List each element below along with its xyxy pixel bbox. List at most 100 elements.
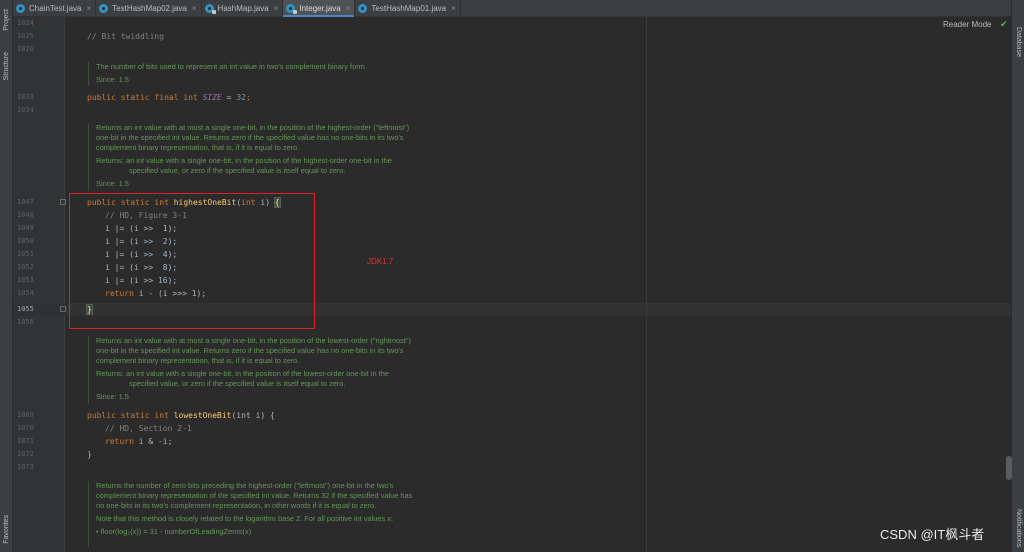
line-number: 1047: [17, 198, 34, 206]
tab-label: TestHashMap01.java: [371, 4, 447, 13]
tab-label: TestHashMap02.java: [112, 4, 187, 13]
close-icon[interactable]: ×: [192, 4, 197, 13]
check-icon: ✔: [1000, 19, 1008, 29]
code-keyword: public static final int: [87, 93, 203, 102]
code-constant: SIZE: [202, 93, 222, 102]
doc-since: Since: 1.5: [96, 75, 129, 84]
close-icon[interactable]: ×: [274, 4, 279, 13]
locked-java-class-icon: [286, 4, 298, 14]
code-params: (int i) {: [231, 411, 275, 420]
code-line-size: public static final int SIZE = 32;: [87, 91, 251, 104]
tab-testhashmap02[interactable]: TestHashMap02.java ×: [96, 0, 202, 17]
doc-line: The number of bits used to represent an …: [96, 62, 367, 71]
editor-tab-bar: ChainTest.java × TestHashMap02.java × Ha…: [13, 0, 1011, 17]
close-icon[interactable]: ×: [451, 4, 456, 13]
line-number: 1049: [17, 224, 34, 232]
doc-line: Returns an int value with at most a sing…: [96, 336, 411, 345]
structure-tool-tab[interactable]: Structure: [1, 44, 12, 88]
tab-integer[interactable]: Integer.java ×: [283, 0, 356, 17]
notifications-tool-tab[interactable]: Notifications: [1013, 506, 1024, 550]
annotation-jdk-label: JDK1.7: [367, 257, 394, 266]
line-number: 1052: [17, 263, 34, 271]
favorites-tab-label: Favorites: [3, 514, 10, 544]
line-number: 1048: [17, 211, 34, 219]
close-icon[interactable]: ×: [86, 4, 91, 13]
doc-line: one-bit in the specified int value. Retu…: [96, 133, 404, 142]
tab-label: HashMap.java: [217, 4, 269, 13]
doc-line: Note that this method is closely related…: [96, 514, 394, 523]
line-number: 1069: [17, 411, 34, 419]
code-operator: =: [221, 93, 237, 102]
rendered-doc-comment: Returns the number of zero bits precedin…: [88, 481, 476, 547]
doc-line: • floor(log₂(x)) = 31 - numberOfLeadingZ…: [96, 527, 252, 536]
doc-returns: Returns: an int value with a single one-…: [96, 369, 389, 378]
code-line-close-brace: }: [87, 450, 92, 459]
line-number: 1033: [17, 93, 34, 101]
line-number: 1026: [17, 45, 34, 53]
line-number: 1054: [17, 289, 34, 297]
code-expression: i & -i;: [138, 437, 173, 446]
tab-chaintest[interactable]: ChainTest.java ×: [13, 0, 97, 17]
code-semicolon: ;: [245, 93, 251, 102]
line-number: 1051: [17, 250, 34, 258]
database-tab-label: Database: [1015, 27, 1022, 57]
line-number: 1050: [17, 237, 34, 245]
line-number-current: 1055: [17, 305, 34, 313]
line-number: 1053: [17, 276, 34, 284]
code-line-method-signature: public static int lowestOneBit(int i) {: [87, 409, 275, 422]
line-number: 1070: [17, 424, 34, 432]
locked-java-class-icon: [204, 4, 216, 14]
doc-returns: specified value, or zero if the specifie…: [129, 166, 346, 175]
doc-returns: specified value, or zero if the specifie…: [129, 379, 346, 388]
code-keyword: public static int: [87, 411, 174, 420]
doc-line: complement binary representation of the …: [96, 491, 413, 500]
fold-marker-icon[interactable]: [60, 199, 66, 205]
annotation-highlight-box: [69, 193, 315, 329]
right-tool-strip: Database Notifications: [1011, 0, 1024, 552]
code-keyword: return: [105, 437, 139, 446]
line-number: 1024: [17, 19, 34, 27]
code-comment: // HD, Section 2-1: [105, 424, 192, 433]
doc-line: no one-bits in its two's complement repr…: [96, 501, 377, 510]
doc-line: Returns an int value with at most a sing…: [96, 123, 410, 132]
reader-mode-toggle[interactable]: Reader Mode: [943, 20, 991, 29]
project-tab-label: Project: [3, 9, 10, 31]
doc-since: Since: 1.5: [96, 179, 129, 188]
tab-hashmap[interactable]: HashMap.java ×: [202, 0, 284, 17]
structure-tab-label: Structure: [3, 51, 10, 81]
project-tool-tab[interactable]: Project: [1, 2, 12, 38]
close-icon[interactable]: ×: [346, 4, 351, 13]
line-number: 1025: [17, 32, 34, 40]
java-class-icon: [358, 4, 368, 13]
rendered-doc-comment: Returns an int value with at most a sing…: [88, 336, 476, 404]
doc-returns: Returns: an int value with a single one-…: [96, 156, 392, 165]
rendered-doc-comment: Returns an int value with at most a sing…: [88, 123, 476, 191]
doc-line: complement binary representation, that i…: [96, 356, 300, 365]
favorites-tool-tab[interactable]: Favorites: [1, 508, 12, 550]
code-line-return: return i & -i;: [105, 435, 172, 448]
database-tool-tab[interactable]: Database: [1013, 18, 1024, 66]
fold-marker-icon[interactable]: [60, 306, 66, 312]
notifications-tab-label: Notifications: [1015, 508, 1022, 548]
tab-label: ChainTest.java: [29, 4, 82, 13]
tab-label: Integer.java: [299, 4, 341, 13]
right-margin-guide: [646, 17, 647, 552]
vertical-scrollbar-thumb[interactable]: [1006, 456, 1012, 480]
doc-since: Since: 1.5: [96, 392, 129, 401]
tab-testhashmap01[interactable]: TestHashMap01.java ×: [355, 0, 461, 17]
doc-line: Returns the number of zero bits precedin…: [96, 481, 394, 490]
code-comment: // Bit twiddling: [87, 32, 165, 41]
line-number: 1071: [17, 437, 34, 445]
left-tool-strip: Project Structure Favorites: [0, 0, 13, 552]
java-class-icon: [16, 4, 25, 13]
line-number: 1056: [17, 318, 34, 326]
rendered-doc-comment: The number of bits used to represent an …: [88, 62, 476, 86]
code-method-name: lowestOneBit: [173, 411, 232, 420]
java-class-icon: [99, 4, 109, 13]
doc-line: one-bit in the specified int value. Retu…: [96, 346, 404, 355]
line-number: 1073: [17, 463, 34, 471]
code-number: 32: [236, 93, 246, 102]
line-number: 1034: [17, 106, 34, 114]
doc-line: complement binary representation, that i…: [96, 143, 300, 152]
line-number: 1072: [17, 450, 34, 458]
